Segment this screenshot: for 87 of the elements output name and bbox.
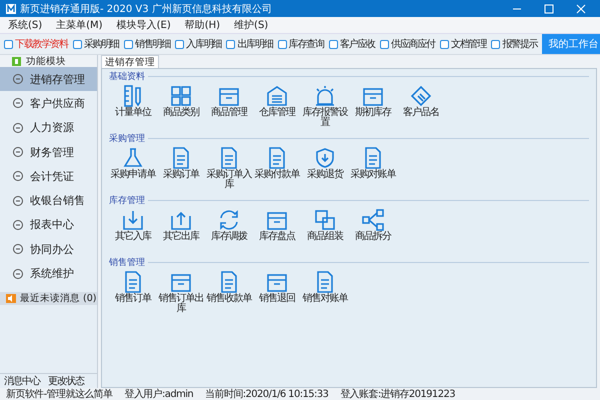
status-text: 登入账套:进销存20191223 (340, 388, 455, 400)
toolbar-checkbox[interactable]: 出库明细 (226, 37, 273, 51)
flask-icon (121, 146, 145, 170)
section-title: 基础资料 (109, 70, 145, 82)
sidebar-icon (12, 218, 24, 231)
diamond-icon (409, 84, 433, 108)
module-button[interactable]: 商品类别 (157, 81, 205, 128)
module-button[interactable]: 商品组装 (301, 205, 349, 242)
toolbar-checkbox[interactable]: 供应商应付 (380, 37, 436, 51)
toolbar-checkbox[interactable]: 库存查询 (278, 37, 324, 51)
section-title: 采购管理 (109, 132, 145, 144)
messages-label: 最近未读消息 (0) (20, 292, 96, 305)
section-title: 库存管理 (109, 194, 145, 206)
messages-bar[interactable]: 最近未读消息 (0) (0, 292, 97, 305)
module-button[interactable]: 销售订单出库 (157, 267, 205, 314)
module-button[interactable]: 仓库管理 (253, 81, 301, 128)
sidebar-link[interactable]: 更改状态 (48, 374, 84, 388)
menu-item[interactable]: 帮助(H) (184, 18, 220, 32)
sidebar-item[interactable]: 报表中心 (0, 212, 97, 238)
toolbar-checkbox[interactable]: 客户应收 (328, 37, 376, 51)
download-icon (121, 208, 145, 232)
menu-item[interactable]: 主菜单(M) (56, 18, 103, 32)
sidebar-item[interactable]: 财务管理 (0, 140, 97, 164)
module-button[interactable]: 销售退回 (253, 267, 301, 314)
menu-item[interactable]: 模块导入(E) (116, 18, 171, 32)
sidebar-link[interactable]: 消息中心 (4, 374, 40, 388)
module-button[interactable]: 其它入库 (109, 205, 157, 242)
sidebar-item[interactable]: 进销存管理 (0, 67, 97, 92)
module-button[interactable]: 商品管理 (205, 81, 253, 128)
sidebar-icon (12, 122, 24, 134)
shield-icon (313, 146, 337, 170)
toolbar-checkbox[interactable]: 下载教学资料 (4, 37, 68, 51)
toolbar-checkbox[interactable]: 采购明细 (72, 37, 120, 51)
module-button[interactable]: 采购订单 (157, 143, 205, 190)
grid-icon (169, 84, 193, 108)
speaker-icon (6, 294, 16, 303)
toolbar-checkbox[interactable]: 入库明细 (175, 37, 222, 51)
module-button[interactable]: 销售对账单 (301, 267, 349, 314)
toolbar-checkbox[interactable]: 报警提示 (491, 37, 538, 51)
module-button[interactable]: 采购对账单 (349, 143, 397, 190)
module-button[interactable]: 库存报警设置 (301, 81, 349, 128)
status-text: 登入用户:admin (124, 388, 194, 400)
window-title: 新页进销存通用版- 2020 V3 广州新页信息科技有限公司 (20, 2, 273, 16)
section-title: 销售管理 (109, 256, 145, 268)
module-button[interactable]: 客户品名 (397, 81, 445, 128)
toolbar-checkbox[interactable]: 文档管理 (440, 37, 486, 51)
sidebar-icon (12, 146, 24, 158)
sidebar-icon (12, 73, 24, 86)
module-button[interactable]: 采购退货 (301, 143, 349, 190)
sidebar-item[interactable]: 客户供应商 (0, 91, 97, 116)
sidebar-item[interactable]: 收银台销售 (0, 188, 97, 213)
maximize-icon[interactable] (544, 4, 554, 14)
module-button[interactable]: 采购申请单 (109, 143, 157, 190)
warehouse-icon (265, 84, 289, 108)
nodes-icon (361, 208, 385, 232)
module-button[interactable]: 采购订单入库 (205, 143, 253, 190)
status-text: 新页软件-管理就这么简单 (6, 388, 112, 400)
module-button[interactable]: 销售收款单 (205, 267, 253, 314)
sidebar-icon (12, 243, 24, 256)
module-button[interactable]: 其它出库 (157, 205, 205, 242)
module-button[interactable]: 库存调拨 (205, 205, 253, 242)
module-button[interactable]: 计量单位 (109, 81, 157, 128)
module-button[interactable]: 销售订单 (109, 267, 157, 314)
sidebar-item[interactable]: 会计凭证 (0, 164, 97, 188)
sidebar-item[interactable]: 人力资源 (0, 116, 97, 140)
close-icon[interactable] (576, 4, 586, 14)
squares-icon (313, 208, 337, 232)
sidebar-icon (12, 268, 24, 280)
module-button[interactable]: 库存盘点 (253, 205, 301, 242)
alarm-icon (313, 84, 337, 108)
module-button[interactable]: 商品拆分 (349, 205, 397, 242)
sidebar-icon (12, 170, 24, 182)
sidebar-icon (12, 97, 24, 110)
refresh-icon (217, 208, 241, 232)
app-logo-icon (6, 4, 16, 14)
sidebar-item[interactable]: 系统维护 (0, 261, 97, 286)
module-icon (12, 56, 21, 66)
sidebar-item[interactable]: 协同办公 (0, 237, 97, 262)
module-button[interactable]: 期初库存 (349, 81, 397, 128)
sidebar-title: 功能模块 (26, 54, 66, 68)
toolbar-checkbox[interactable]: 销售明细 (124, 37, 170, 51)
sidebar-icon (12, 194, 24, 207)
module-button[interactable]: 采购付款单 (253, 143, 301, 190)
menu-item[interactable]: 系统(S) (8, 18, 42, 32)
status-text: 当前时间:2020/1/6 10:15:33 (205, 388, 328, 400)
tab[interactable]: 进销存管理 (101, 55, 159, 68)
menu-item[interactable]: 维护(S) (234, 18, 268, 32)
